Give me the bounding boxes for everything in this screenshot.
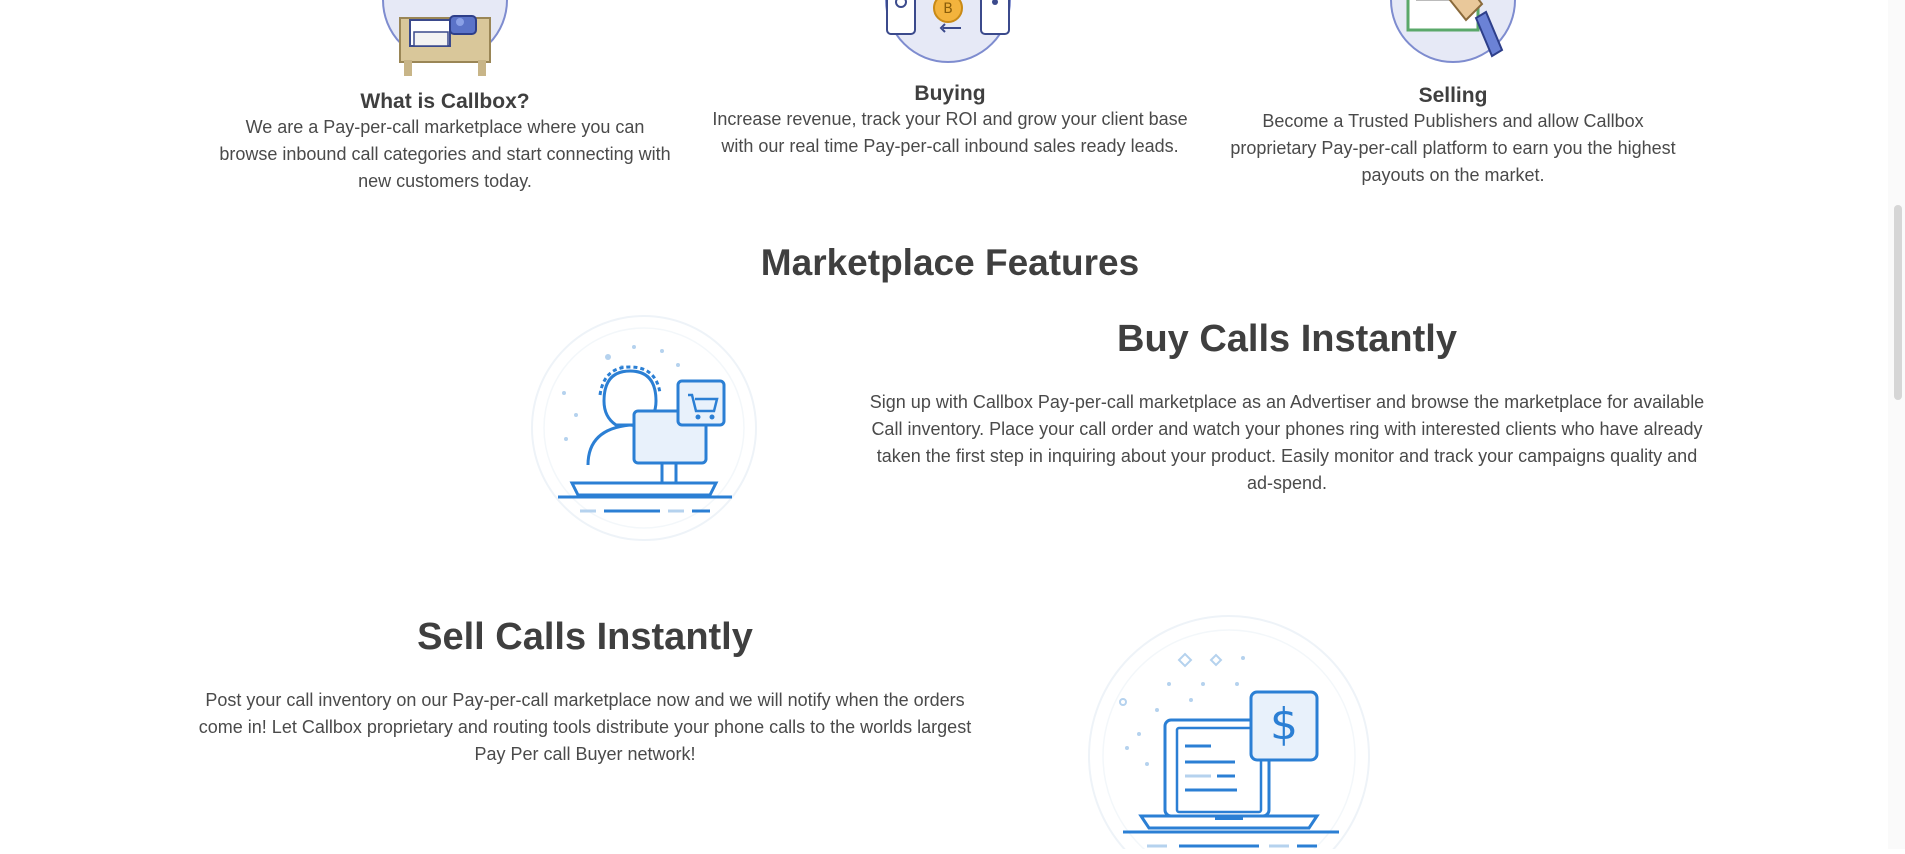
desk-computer-icon bbox=[382, 0, 508, 76]
column-title: Buying bbox=[914, 82, 986, 105]
column-text: Increase revenue, track your ROI and gro… bbox=[712, 109, 1188, 156]
svg-text:$: $ bbox=[1270, 699, 1298, 750]
scrollbar-thumb[interactable] bbox=[1894, 205, 1902, 400]
column-title: What is Callbox? bbox=[360, 90, 530, 113]
sell-calls-text: Post your call inventory on our Pay-per-… bbox=[198, 690, 972, 764]
buy-calls-text: Sign up with Callbox Pay-per-call market… bbox=[869, 392, 1705, 493]
intro-column-what-is-callbox: What is Callbox? We are a Pay-per-call m… bbox=[195, 90, 695, 195]
laptop-dollar-icon: $ bbox=[1088, 615, 1370, 854]
coin-phones-icon: B bbox=[885, 0, 1011, 63]
column-text: Become a Trusted Publishers and allow Ca… bbox=[1230, 111, 1676, 185]
sell-calls-heading: Sell Calls Instantly bbox=[417, 616, 753, 658]
column-text: We are a Pay-per-call marketplace where … bbox=[219, 117, 671, 191]
buy-calls-illustration bbox=[530, 315, 758, 541]
buy-calls-section: Buy Calls Instantly Sign up with Callbox… bbox=[862, 318, 1712, 497]
column-title: Selling bbox=[1418, 84, 1488, 107]
marketplace-features-heading: Marketplace Features bbox=[760, 242, 1140, 283]
sell-calls-section: Sell Calls Instantly Post your call inve… bbox=[195, 616, 975, 768]
buying-illustration: B bbox=[885, 0, 1011, 70]
intro-column-selling: Selling Become a Trusted Publishers and … bbox=[1203, 84, 1703, 189]
svg-text:B: B bbox=[943, 1, 953, 17]
sell-calls-illustration: $ bbox=[1087, 614, 1371, 854]
buy-calls-heading: Buy Calls Instantly bbox=[1117, 318, 1457, 360]
intro-column-buying: Buying Increase revenue, track your ROI … bbox=[700, 82, 1200, 160]
selling-illustration bbox=[1390, 0, 1516, 72]
page-scrollbar[interactable] bbox=[1888, 0, 1905, 849]
what-is-callbox-illustration bbox=[382, 0, 508, 78]
buyer-computer-cart-icon bbox=[531, 315, 757, 541]
handshake-book-icon bbox=[1390, 0, 1516, 63]
